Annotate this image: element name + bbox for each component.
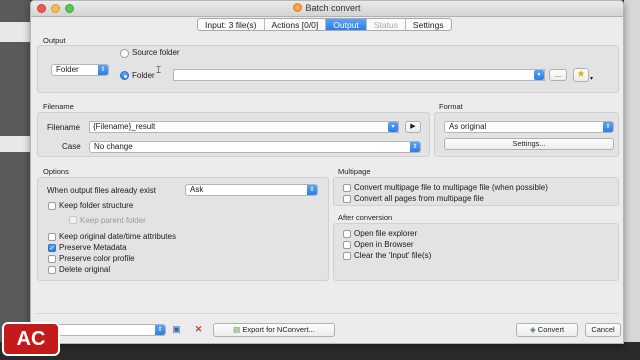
chevron-updown-icon: ⇕ [155,325,165,335]
filename-section-label: Filename [43,102,74,111]
after-conversion-section-label: After conversion [338,213,393,222]
options-section-label: Options [43,167,69,176]
checkmark-icon: ✓ [49,245,55,252]
app-icon [293,3,303,12]
exists-value: Ask [190,185,204,194]
preserve-color-profile-label: Preserve color profile [59,254,135,263]
chevron-updown-icon: ⇕ [603,122,613,132]
ac-channel-logo: AC [2,322,60,356]
window-title: Batch convert [31,3,623,13]
chevron-updown-icon: ⇕ [307,185,317,195]
browse-folder-button[interactable]: ... [549,69,567,81]
title-bar: Batch convert [31,1,623,17]
preset-select[interactable]: ⇕ [56,324,166,336]
open-explorer-label: Open file explorer [354,229,418,238]
preserve-metadata-label: Preserve Metadata [59,243,127,252]
folder-path-input[interactable]: ▾ [173,69,545,81]
output-section-label: Output [43,36,66,45]
tab-status[interactable]: Status [367,19,406,30]
batch-convert-window: Batch convert Input: 3 file(s) Actions [… [30,0,624,344]
delete-original-label: Delete original [59,265,111,274]
chevron-updown-icon: ⇕ [98,65,108,75]
source-folder-label: Source folder [132,48,180,57]
delete-original-checkbox[interactable] [48,266,56,274]
chevron-down-icon[interactable]: ▾ [388,122,398,132]
filename-label: Filename [47,123,80,132]
tab-settings[interactable]: Settings [406,19,451,30]
keep-date-time-checkbox[interactable] [48,233,56,241]
save-preset-icon[interactable]: ▣ [171,324,182,335]
background-window-right [624,0,640,360]
convert-label: Convert [537,325,565,334]
export-nconvert-label: Export for NConvert... [242,325,315,334]
keep-parent-folder-label: Keep parent folder [80,216,146,225]
convert-all-pages-label: Convert all pages from multipage file [354,194,484,203]
folder-radio[interactable] [120,71,129,80]
background-toolbar-strip [0,136,30,152]
preserve-color-profile-checkbox[interactable] [48,255,56,263]
delete-preset-icon[interactable]: ✕ [193,324,204,335]
folder-label: Folder [132,71,155,80]
tab-output[interactable]: Output [326,19,367,30]
exists-label: When output files already exist [47,186,156,195]
format-section-label: Format [439,102,463,111]
export-nconvert-button[interactable]: ▤ Export for NConvert... [213,323,335,337]
case-value: No change [94,142,133,151]
convert-icon: ◈ [529,325,538,334]
case-select[interactable]: No change ⇕ [89,141,421,153]
source-folder-radio[interactable] [120,49,129,58]
format-settings-button[interactable]: Settings... [444,138,614,150]
background-toolbar-strip [0,22,30,42]
favorites-star-icon[interactable]: ★ [573,68,589,82]
convert-multipage-label: Convert multipage file to multipage file… [354,183,548,192]
open-explorer-checkbox[interactable] [343,230,351,238]
tab-input[interactable]: Input: 3 file(s) [198,19,265,30]
clear-input-label: Clear the 'Input' file(s) [354,251,432,260]
format-group [434,112,619,157]
filename-value: {Filename}_result [93,122,156,131]
text-cursor-icon: 𝙸 [155,65,163,76]
open-browser-checkbox[interactable] [343,241,351,249]
footer-divider [36,313,618,314]
keep-date-time-label: Keep original date/time attributes [59,232,176,241]
keep-parent-folder-checkbox[interactable] [69,216,77,224]
convert-all-pages-checkbox[interactable] [343,195,351,203]
output-mode-value: Folder [56,65,79,74]
multipage-section-label: Multipage [338,167,371,176]
favorites-dropdown-icon[interactable]: ▾ [590,75,593,82]
window-title-text: Batch convert [305,3,361,13]
exists-select[interactable]: Ask ⇕ [185,184,318,196]
format-value: As original [449,122,487,131]
format-select[interactable]: As original ⇕ [444,121,614,133]
keep-folder-structure-checkbox[interactable] [48,202,56,210]
tab-bar: Input: 3 file(s) Actions [0/0] Output St… [197,18,452,31]
filename-input[interactable]: {Filename}_result ▾ [89,121,399,133]
convert-multipage-checkbox[interactable] [343,184,351,192]
chevron-down-icon[interactable]: ▾ [534,70,544,80]
preserve-metadata-checkbox[interactable]: ✓ [48,244,56,252]
keep-folder-structure-label: Keep folder structure [59,201,134,210]
chevron-updown-icon: ⇕ [410,142,420,152]
filename-tokens-play-icon[interactable]: ▶ [405,121,421,133]
background-desktop-bottom [0,342,640,360]
tab-actions[interactable]: Actions [0/0] [265,19,327,30]
cancel-button[interactable]: Cancel [585,323,621,337]
output-mode-select[interactable]: Folder ⇕ [51,64,109,76]
open-browser-label: Open in Browser [354,240,414,249]
case-label: Case [62,142,81,151]
export-icon: ▤ [233,325,243,334]
convert-button[interactable]: ◈ Convert [516,323,578,337]
clear-input-checkbox[interactable] [343,252,351,260]
background-window-left [0,0,30,360]
